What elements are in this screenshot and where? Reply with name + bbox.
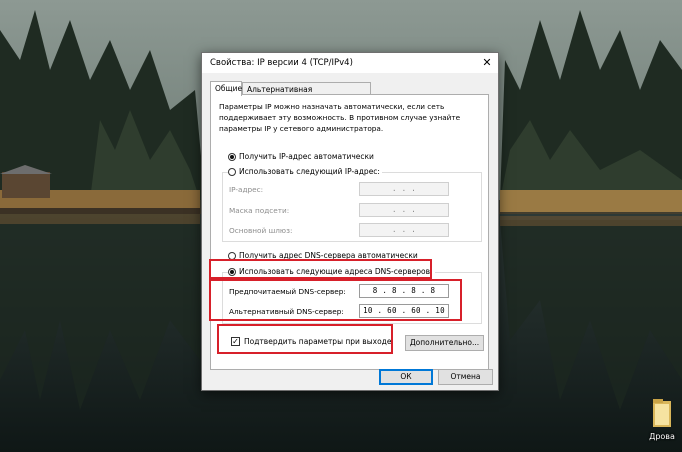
dns-auto-option[interactable]: Получить адрес DNS-сервера автоматически <box>228 251 418 260</box>
desktop-icon-drova[interactable]: Дрова <box>646 396 678 446</box>
validate-on-exit-option[interactable]: ✓ Подтвердить параметры при выходе <box>231 337 391 346</box>
preferred-dns-label: Предпочитаемый DNS-сервер: <box>229 287 346 296</box>
advanced-button[interactable]: Дополнительно... <box>405 335 484 351</box>
ip-address-label: IP-адрес: <box>229 185 264 194</box>
ip-manual-radio[interactable] <box>228 167 236 176</box>
ip-auto-radio[interactable] <box>228 152 236 161</box>
dialog-title: Свойства: IP версии 4 (TCP/IPv4) <box>210 58 353 68</box>
ip-address-field[interactable]: . . . <box>359 182 449 196</box>
tab-general[interactable]: Общие <box>210 81 242 96</box>
dns-manual-option[interactable]: Использовать следующие адреса DNS-сервер… <box>228 267 435 276</box>
default-gateway-field[interactable]: . . . <box>359 223 449 237</box>
alternate-dns-field[interactable]: 10 . 60 . 60 . 10 <box>359 304 449 318</box>
validate-on-exit-label: Подтвердить параметры при выходе <box>244 337 392 346</box>
dialog-titlebar[interactable]: Свойства: IP версии 4 (TCP/IPv4) ✕ <box>202 53 498 73</box>
dns-auto-radio[interactable] <box>228 251 236 260</box>
description-text: Параметры IP можно назначать автоматичес… <box>219 102 461 133</box>
dns-manual-label: Использовать следующие адреса DNS-сервер… <box>239 267 433 276</box>
ip-manual-label: Использовать следующий IP-адрес: <box>239 167 380 176</box>
ok-button[interactable]: ОК <box>379 369 433 385</box>
close-icon[interactable]: ✕ <box>476 53 498 73</box>
default-gateway-label: Основной шлюз: <box>229 226 293 235</box>
cancel-button[interactable]: Отмена <box>438 369 493 385</box>
dns-manual-radio[interactable] <box>228 267 236 276</box>
ip-auto-option[interactable]: Получить IP-адрес автоматически <box>228 152 374 161</box>
general-tab-panel: Параметры IP можно назначать автоматичес… <box>210 94 489 370</box>
ipv4-properties-dialog: Свойства: IP версии 4 (TCP/IPv4) ✕ Общие… <box>201 52 499 391</box>
validate-on-exit-checkbox[interactable]: ✓ <box>231 337 240 346</box>
folder-icon <box>653 399 671 427</box>
alternate-dns-label: Альтернативный DNS-сервер: <box>229 307 344 316</box>
desktop-icon-label: Дрова <box>649 432 675 441</box>
ip-auto-label: Получить IP-адрес автоматически <box>239 152 374 161</box>
dns-auto-label: Получить адрес DNS-сервера автоматически <box>239 251 418 260</box>
subnet-mask-label: Маска подсети: <box>229 206 290 215</box>
subnet-mask-field[interactable]: . . . <box>359 203 449 217</box>
preferred-dns-field[interactable]: 8 . 8 . 8 . 8 <box>359 284 449 298</box>
ip-manual-option[interactable]: Использовать следующий IP-адрес: <box>228 167 382 176</box>
